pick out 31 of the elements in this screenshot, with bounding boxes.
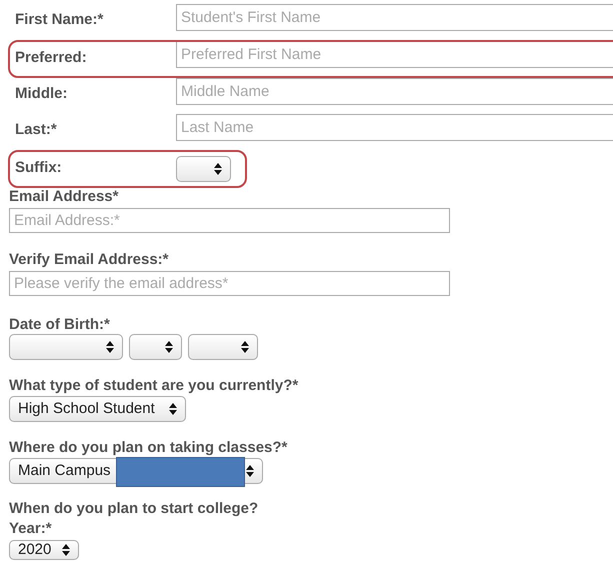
question-label: What type of student are you currently?*: [9, 377, 300, 395]
up-down-arrows-icon: [62, 544, 70, 556]
field-label: Email Address*: [9, 188, 120, 206]
dropdown[interactable]: [188, 334, 258, 360]
field-label: Suffix:: [15, 158, 63, 178]
field-label: Preferred:: [15, 48, 88, 68]
field-label: Last:*: [15, 120, 58, 140]
field-label: Date of Birth:*: [9, 316, 111, 334]
dropdown[interactable]: 2020: [9, 540, 79, 560]
up-down-arrows-icon: [241, 341, 249, 353]
up-down-arrows-icon: [165, 341, 173, 353]
dropdown[interactable]: Main Campus: [9, 458, 263, 484]
text-field[interactable]: Middle Name: [176, 78, 613, 105]
text-field[interactable]: Email Address:*: [9, 208, 450, 233]
dropdown[interactable]: [176, 156, 231, 182]
up-down-arrows-icon: [169, 403, 177, 415]
section-heading: When do you plan to start college?: [9, 500, 260, 518]
question-label: Where do you plan on taking classes?*: [9, 439, 288, 457]
up-down-arrows-icon: [106, 341, 114, 353]
up-down-arrows-icon: [214, 163, 222, 175]
field-label: First Name:*: [15, 10, 104, 30]
dropdown[interactable]: High School Student: [9, 396, 186, 422]
field-label: Year:*: [9, 520, 53, 538]
text-field[interactable]: Student's First Name: [176, 4, 613, 31]
field-label: Middle:: [15, 84, 68, 104]
text-field[interactable]: Preferred First Name: [176, 41, 613, 68]
text-field[interactable]: Please verify the email address*: [9, 271, 450, 296]
text-field[interactable]: Last Name: [176, 114, 613, 141]
up-down-arrows-icon: [246, 465, 254, 477]
field-label: Verify Email Address:*: [9, 251, 170, 269]
dropdown[interactable]: [129, 334, 182, 360]
